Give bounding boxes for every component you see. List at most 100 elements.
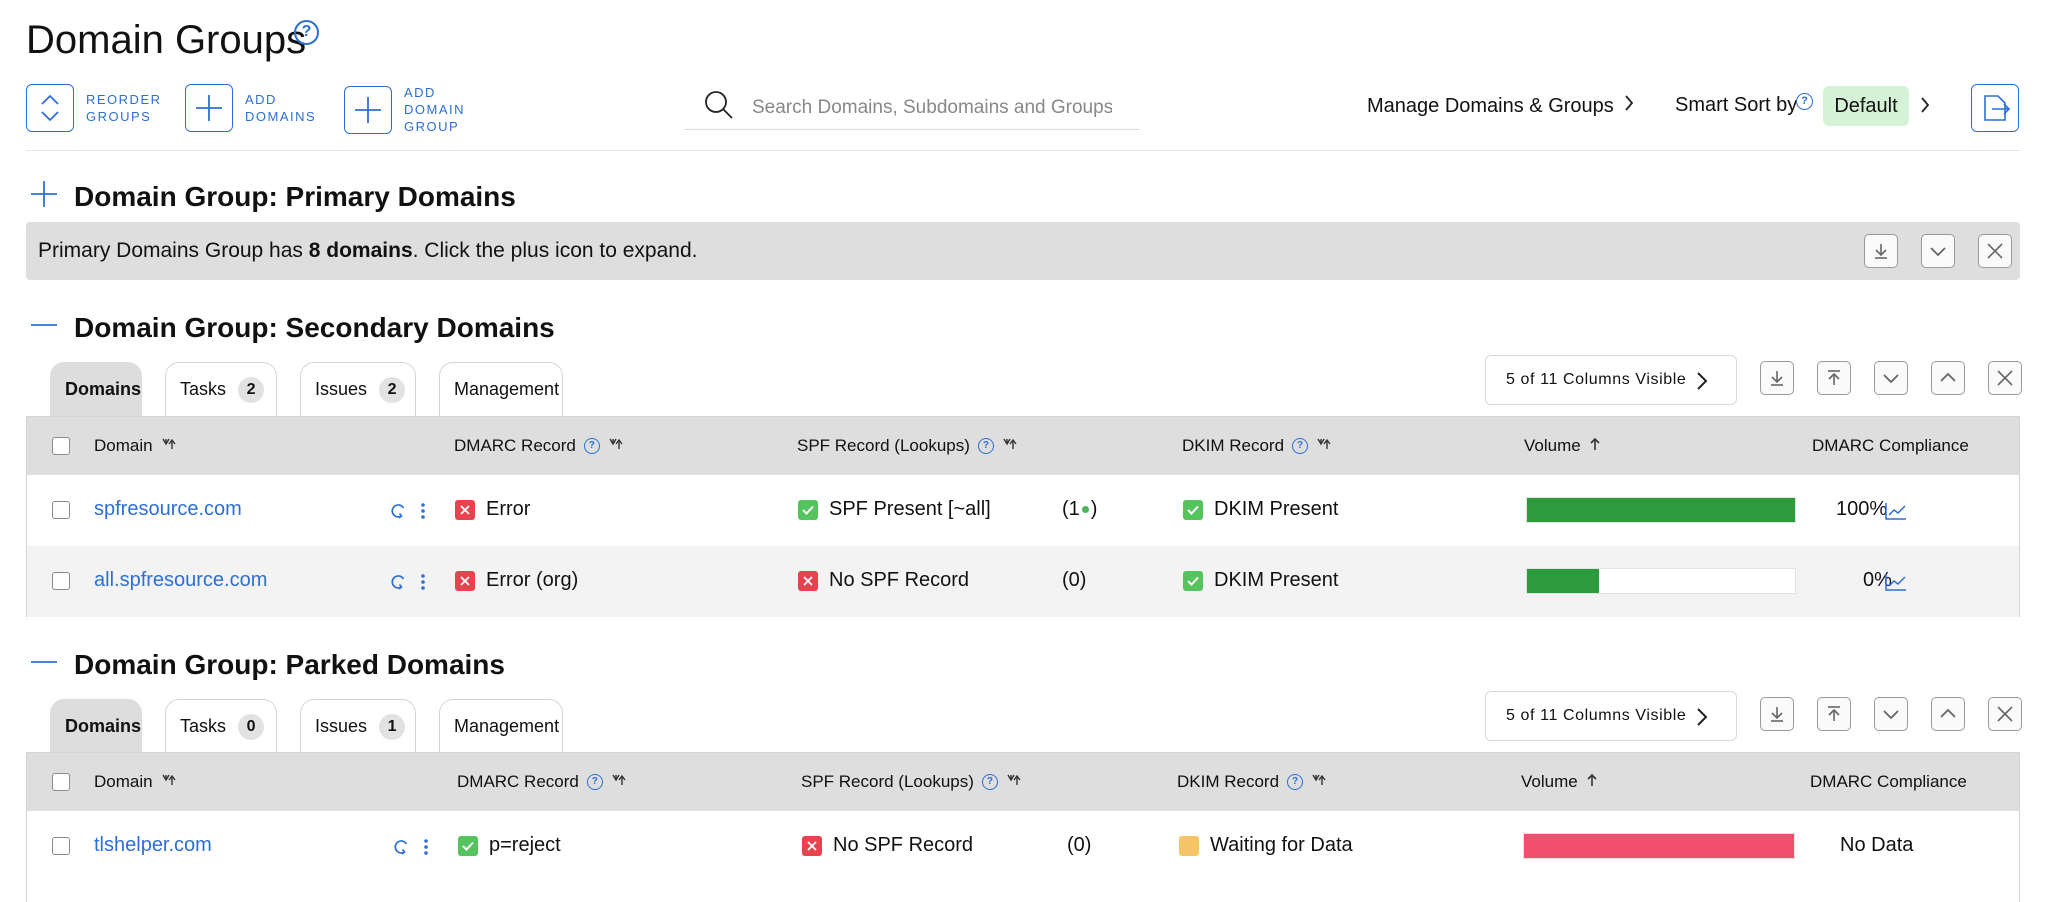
refresh-icon[interactable] <box>388 501 408 526</box>
column-header-spf[interactable]: SPF Record (Lookups)? <box>797 436 1018 456</box>
spf-cell: No SPF Record <box>802 834 973 857</box>
volume-bar-fill <box>1527 569 1600 593</box>
help-icon[interactable]: ? <box>981 774 998 790</box>
help-icon[interactable]: ? <box>583 438 600 454</box>
column-header-compliance[interactable]: DMARC Compliance <box>1810 772 1967 792</box>
volume-bar <box>1526 568 1796 594</box>
tab-management[interactable]: Management <box>439 699 563 753</box>
select-all-checkbox[interactable] <box>52 773 70 791</box>
add-domains-button[interactable]: ADD DOMAINS <box>185 84 316 132</box>
sort-icon <box>161 772 177 792</box>
smart-sort-value[interactable]: Default <box>1823 86 1909 126</box>
move-down-chevron-button[interactable] <box>1874 361 1908 395</box>
chevron-right-icon <box>1624 94 1634 118</box>
column-header-volume[interactable]: Volume <box>1524 436 1601 456</box>
table-row: all.spfresource.com Error (org) No SPF R… <box>27 546 2019 617</box>
expand-button[interactable] <box>1921 234 1955 268</box>
move-up-chevron-button[interactable] <box>1931 361 1965 395</box>
check-status-icon <box>458 835 478 856</box>
sort-icon <box>1316 436 1332 456</box>
select-all-checkbox[interactable] <box>52 437 70 455</box>
close-button[interactable] <box>1978 234 2012 268</box>
trend-chart-icon[interactable] <box>1884 501 1908 526</box>
column-header-dkim[interactable]: DKIM Record? <box>1177 772 1327 792</box>
move-up-chevron-button[interactable] <box>1931 697 1965 731</box>
column-header-spf[interactable]: SPF Record (Lookups)? <box>801 772 1022 792</box>
more-options-icon[interactable] <box>422 837 430 862</box>
error-status-icon <box>802 835 822 856</box>
search-box[interactable] <box>684 86 1140 130</box>
move-down-button[interactable] <box>1760 361 1794 395</box>
tab-domains[interactable]: Domains <box>50 699 142 753</box>
domains-table-secondary: Domain DMARC Record? SPF Record (Lookups… <box>26 416 2020 617</box>
volume-bar <box>1526 497 1796 523</box>
column-header-dmarc[interactable]: DMARC Record? <box>454 436 624 456</box>
sort-icon <box>1002 436 1018 456</box>
column-header-volume[interactable]: Volume <box>1521 772 1598 792</box>
row-checkbox[interactable] <box>52 572 70 590</box>
issues-count-badge: 1 <box>379 713 406 740</box>
help-icon[interactable]: ? <box>977 438 994 454</box>
plus-icon <box>344 85 392 134</box>
refresh-icon[interactable] <box>391 837 411 862</box>
chevron-up-icon <box>1940 372 1956 382</box>
smart-sort-label: Smart Sort by <box>1675 94 1798 116</box>
tab-management[interactable]: Management <box>439 362 563 416</box>
column-header-dmarc[interactable]: DMARC Record? <box>457 772 627 792</box>
more-options-icon[interactable] <box>419 501 427 526</box>
close-button[interactable] <box>1988 697 2022 731</box>
column-header-domain[interactable]: Domain <box>94 436 177 456</box>
chevron-down-icon <box>1883 710 1899 720</box>
more-options-icon[interactable] <box>419 572 427 597</box>
expand-plus-icon[interactable] <box>30 180 60 213</box>
close-icon <box>1997 370 2013 386</box>
add-domain-group-button[interactable]: ADD DOMAIN GROUP <box>344 84 465 135</box>
check-status-icon <box>1183 570 1203 591</box>
help-icon[interactable]: ? <box>294 20 319 45</box>
search-input[interactable] <box>752 96 1112 119</box>
domain-link[interactable]: spfresource.com <box>94 498 242 521</box>
move-down-button[interactable] <box>1864 234 1898 268</box>
columns-visible-button[interactable]: 5 of 11 Columns Visible <box>1485 355 1737 405</box>
volume-bar-fill <box>1527 498 1795 522</box>
collapse-minus-icon[interactable] <box>30 311 60 344</box>
move-down-chevron-button[interactable] <box>1874 697 1908 731</box>
help-icon[interactable]: ? <box>1287 774 1304 790</box>
close-button[interactable] <box>1988 361 2022 395</box>
chevron-right-icon[interactable] <box>1920 96 1930 119</box>
move-to-top-button[interactable] <box>1817 697 1851 731</box>
status-dot-icon <box>1081 506 1089 513</box>
add-domains-label-line1: ADD <box>245 92 277 107</box>
domain-link[interactable]: tlshelper.com <box>94 834 212 857</box>
row-checkbox[interactable] <box>52 837 70 855</box>
refresh-icon[interactable] <box>388 572 408 597</box>
trend-chart-icon[interactable] <box>1884 572 1908 597</box>
collapse-minus-icon[interactable] <box>30 648 60 681</box>
compliance-value: No Data <box>1840 834 1914 856</box>
tab-tasks[interactable]: Tasks 2 <box>165 362 277 416</box>
tasks-count-badge: 0 <box>238 713 265 740</box>
move-to-top-button[interactable] <box>1817 361 1851 395</box>
help-icon[interactable]: ? <box>1292 438 1309 454</box>
export-button[interactable] <box>1971 84 2019 132</box>
help-icon[interactable]: ? <box>1796 93 1813 110</box>
move-down-button[interactable] <box>1760 697 1794 731</box>
column-header-compliance[interactable]: DMARC Compliance <box>1812 436 1969 456</box>
help-icon[interactable]: ? <box>586 774 603 790</box>
tab-issues[interactable]: Issues 1 <box>300 699 416 753</box>
tab-issues[interactable]: Issues 2 <box>300 362 416 416</box>
reorder-groups-button[interactable]: REORDER GROUPS <box>26 84 162 132</box>
add-domains-label-line2: DOMAINS <box>245 109 317 124</box>
column-header-domain[interactable]: Domain <box>94 772 177 792</box>
tab-tasks[interactable]: Tasks 0 <box>165 699 277 753</box>
manage-domains-groups-link[interactable]: Manage Domains & Groups <box>1367 94 1634 118</box>
tab-domains[interactable]: Domains <box>50 362 142 416</box>
reorder-label-line1: REORDER <box>86 92 162 107</box>
domain-link[interactable]: all.spfresource.com <box>94 569 267 592</box>
divider <box>26 150 2020 151</box>
column-header-dkim[interactable]: DKIM Record? <box>1182 436 1332 456</box>
collapsed-group-summary: Primary Domains Group has 8 domains. Cli… <box>26 222 2020 280</box>
group-title: Domain Group: Secondary Domains <box>74 311 555 343</box>
columns-visible-button[interactable]: 5 of 11 Columns Visible <box>1485 691 1737 741</box>
row-checkbox[interactable] <box>52 501 70 519</box>
